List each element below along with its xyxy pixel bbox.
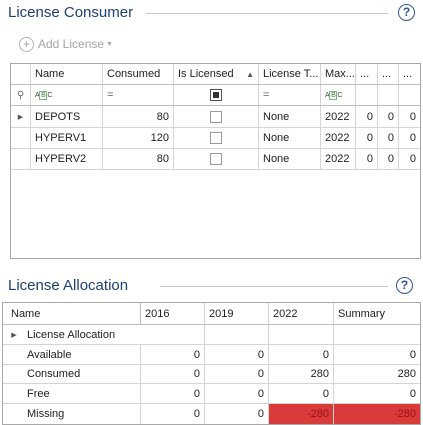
filter-name[interactable]: ABC (31, 85, 102, 105)
missing-2022-cell[interactable]: -280 (269, 404, 333, 424)
expand-arrow-icon[interactable]: ▶ (7, 325, 21, 344)
col-header-is-licensed[interactable]: Is Licensed ▲ (174, 64, 258, 84)
table-row-c7[interactable]: 0 (378, 149, 398, 169)
group-row-label[interactable]: License Allocation (23, 325, 163, 344)
table-row-max[interactable]: 2022 (321, 106, 355, 127)
table-row-c7[interactable]: 0 (378, 106, 398, 127)
help-icon[interactable]: ? (398, 4, 415, 21)
col-header-consumed[interactable]: Consumed (103, 64, 173, 84)
table-row-name[interactable]: HYPERV1 (31, 128, 102, 148)
filter-max[interactable]: ABC (321, 85, 355, 105)
row-indicator-icon: ▶ (17, 113, 24, 121)
table-row-c6[interactable]: 0 (356, 128, 377, 148)
license-consumer-grid: Name Consumed Is Licensed ▲ License T...… (10, 63, 421, 259)
add-license-button[interactable]: + Add License ▼ (19, 35, 113, 53)
table-row-name[interactable]: HYPERV2 (31, 149, 102, 169)
table-row-2019[interactable]: 0 (205, 384, 268, 403)
sort-asc-icon: ▲ (246, 69, 254, 79)
table-row-2016[interactable]: 0 (141, 384, 204, 403)
col-header-7[interactable]: ... (378, 64, 398, 84)
table-row-2016[interactable]: 0 (141, 365, 204, 383)
filter-license-type[interactable]: = (259, 85, 320, 105)
col-header-6[interactable]: ... (356, 64, 377, 84)
is-licensed-checkbox[interactable] (174, 106, 258, 127)
table-row-name[interactable]: DEPOTS (31, 106, 102, 127)
table-row-2022[interactable]: 0 (269, 345, 333, 364)
table-row-2019[interactable]: 0 (205, 404, 268, 424)
chevron-down-icon: ▼ (106, 40, 113, 48)
col-header-max[interactable]: Max... (321, 64, 355, 84)
help-icon[interactable]: ? (396, 277, 413, 294)
license-allocation-title: License Allocation (8, 277, 129, 294)
col-header-name[interactable]: Name (7, 303, 140, 324)
table-row-2022[interactable]: 0 (269, 384, 333, 403)
col-header-2022[interactable]: 2022 (269, 303, 333, 324)
table-row-license-type[interactable]: None (259, 128, 320, 148)
table-row-c8[interactable]: 0 (399, 128, 420, 148)
table-row-2016[interactable]: 0 (141, 345, 204, 364)
filter-consumed[interactable]: = (103, 85, 173, 105)
equals-filter-icon: = (107, 89, 114, 101)
table-row-2019[interactable]: 0 (205, 345, 268, 364)
table-row-c8[interactable]: 0 (399, 149, 420, 169)
missing-summary-cell[interactable]: -280 (334, 404, 420, 424)
table-row-summary[interactable]: 0 (334, 384, 420, 403)
text-filter-icon: ABC (35, 90, 52, 100)
table-row-license-type[interactable]: None (259, 106, 320, 127)
table-row-c8[interactable]: 0 (399, 106, 420, 127)
filter-pin-icon[interactable]: ⚲ (11, 85, 30, 105)
col-header-summary[interactable]: Summary (334, 303, 420, 324)
table-row-name[interactable]: Missing (23, 404, 140, 424)
table-row-license-type[interactable]: None (259, 149, 320, 169)
filter-is-licensed[interactable] (174, 85, 258, 105)
col-header-name[interactable]: Name (31, 64, 102, 84)
license-consumer-title: License Consumer (8, 4, 134, 21)
table-row-c6[interactable]: 0 (356, 106, 377, 127)
table-row-name[interactable]: Free (23, 384, 140, 403)
table-row-2016[interactable]: 0 (141, 404, 204, 424)
table-row-consumed[interactable]: 80 (103, 149, 173, 169)
col-header-is-licensed-label: Is Licensed (178, 68, 234, 80)
table-row-2019[interactable]: 0 (205, 365, 268, 383)
table-row-2022[interactable]: 280 (269, 365, 333, 383)
table-row-max[interactable]: 2022 (321, 149, 355, 169)
table-row-c7[interactable]: 0 (378, 128, 398, 148)
col-header-license-type[interactable]: License T... (259, 64, 320, 84)
table-row-consumed[interactable]: 80 (103, 106, 173, 127)
equals-filter-icon: = (263, 89, 270, 101)
table-row-name[interactable]: Available (23, 345, 140, 364)
table-row-c6[interactable]: 0 (356, 149, 377, 169)
is-licensed-checkbox[interactable] (174, 149, 258, 169)
col-header-2019[interactable]: 2019 (205, 303, 268, 324)
table-row-max[interactable]: 2022 (321, 128, 355, 148)
table-row-summary[interactable]: 280 (334, 365, 420, 383)
text-filter-icon: ABC (325, 90, 342, 100)
col-header-2016[interactable]: 2016 (141, 303, 204, 324)
add-license-label: Add License (38, 37, 105, 51)
plus-icon: + (19, 36, 34, 52)
is-licensed-checkbox[interactable] (174, 128, 258, 148)
table-row-consumed[interactable]: 120 (103, 128, 173, 148)
table-row-name[interactable]: Consumed (23, 365, 140, 383)
section-divider (146, 13, 388, 14)
license-allocation-grid: Name 2016 2019 2022 Summary ▶ License Al… (2, 302, 421, 425)
section-divider (160, 286, 388, 287)
table-row-summary[interactable]: 0 (334, 345, 420, 364)
col-header-8[interactable]: ... (399, 64, 420, 84)
indeterminate-checkbox[interactable] (210, 89, 222, 101)
